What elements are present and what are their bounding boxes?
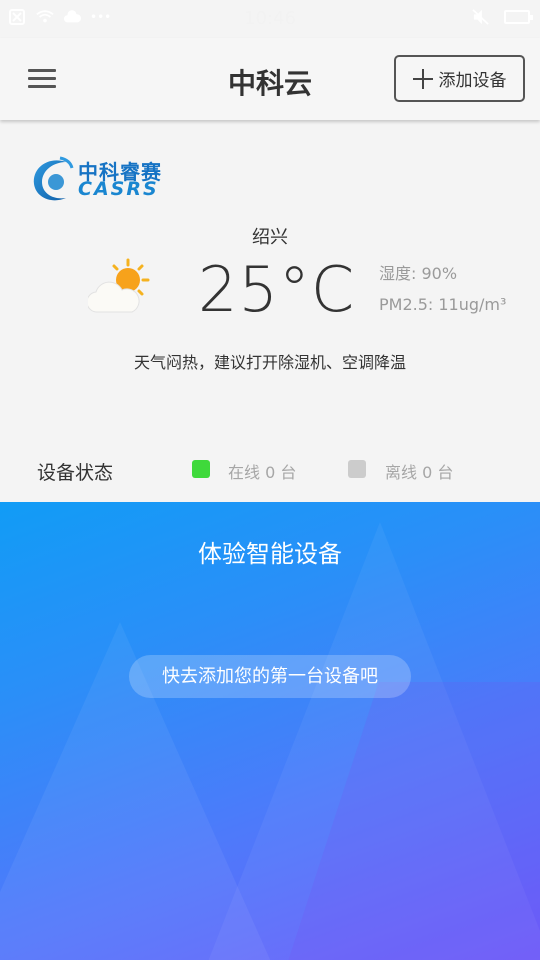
weather-panel: 中科睿赛 CASRS 绍兴 25°C 湿度: 90% PM2.5: 11ug/m… bbox=[0, 120, 540, 502]
device-status-row: 设备状态 在线 0 台 离线 0 台 bbox=[0, 445, 540, 495]
offline-count: 离线 0 台 bbox=[385, 463, 454, 482]
app-header: 中科云 添加设备 bbox=[0, 38, 540, 120]
offline-indicator-icon bbox=[348, 460, 366, 478]
promo-title: 体验智能设备 bbox=[198, 540, 342, 568]
logo-swirl-icon bbox=[33, 156, 74, 201]
temperature: 25°C bbox=[198, 253, 356, 326]
mute-icon bbox=[472, 9, 489, 25]
promo-panel: 体验智能设备 快去添加您的第一台设备吧 bbox=[0, 502, 540, 960]
city-name: 绍兴 bbox=[252, 227, 288, 248]
plus-icon bbox=[412, 68, 433, 89]
partly-cloudy-icon bbox=[88, 258, 150, 313]
pm25: PM2.5: 11ug/m³ bbox=[379, 295, 507, 314]
status-time: 10:46 bbox=[244, 8, 296, 29]
device-status-label: 设备状态 bbox=[37, 462, 114, 484]
online-indicator-icon bbox=[192, 460, 210, 478]
logo-en-text: CASRS bbox=[78, 178, 159, 200]
humidity: 湿度: 90% bbox=[379, 264, 458, 283]
add-device-label: 添加设备 bbox=[438, 71, 507, 91]
brand-logo: 中科睿赛 CASRS bbox=[30, 154, 175, 206]
status-bar: ••• 10:46 bbox=[0, 0, 540, 38]
add-device-button[interactable]: 添加设备 bbox=[394, 55, 525, 102]
online-count: 在线 0 台 bbox=[228, 463, 297, 482]
battery-icon bbox=[504, 10, 533, 24]
weather-advice: 天气闷热，建议打开除湿机、空调降温 bbox=[133, 353, 406, 372]
add-first-device-button[interactable]: 快去添加您的第一台设备吧 bbox=[129, 655, 411, 698]
